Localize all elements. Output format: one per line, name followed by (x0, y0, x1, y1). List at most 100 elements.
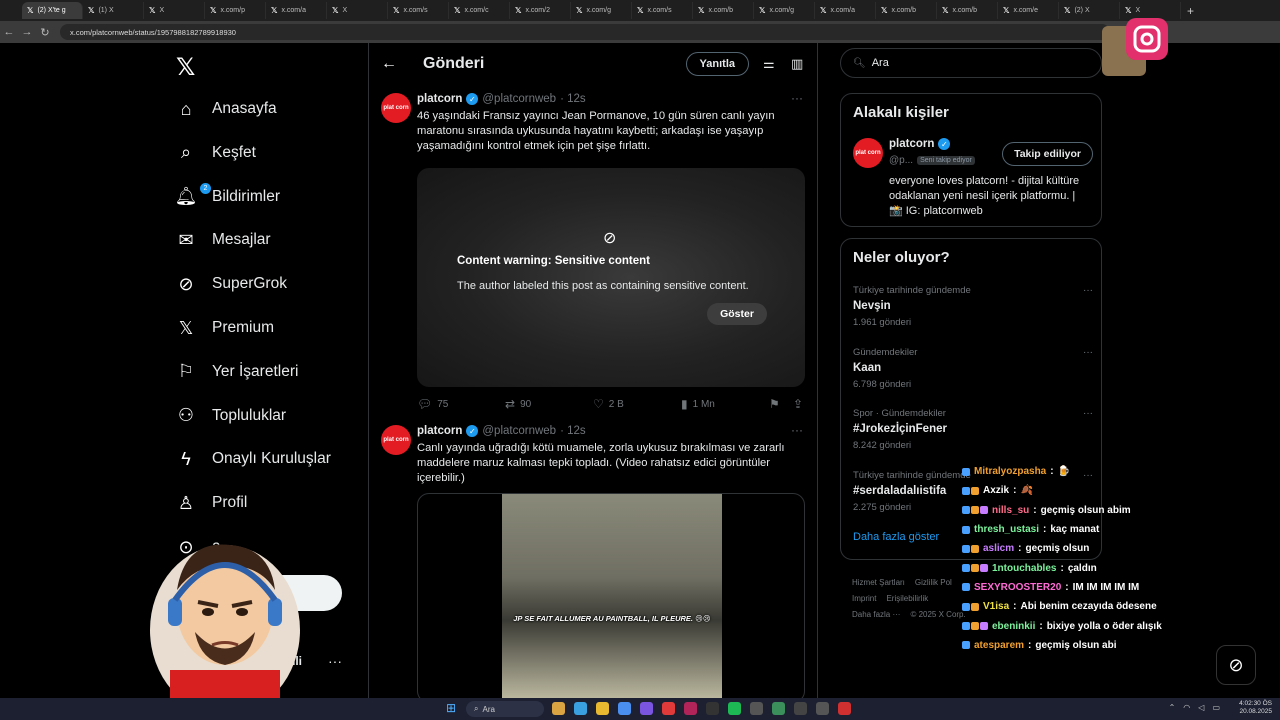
app-icon[interactable] (816, 702, 829, 715)
nav-item-mail[interactable]: ✉ Mesajlar (176, 225, 270, 255)
footer-link[interactable]: Hizmet Şartları (852, 578, 905, 587)
browser-tab[interactable]: 𝕏x.com/e (998, 2, 1059, 19)
nav-item-grok[interactable]: ⊘ SuperGrok (176, 269, 287, 299)
windows-start-icon[interactable]: ⊞ (446, 702, 458, 714)
taskbar-clock[interactable]: 4:02:30 ÖS 20.08.2025 (1239, 700, 1272, 716)
nav-item-bell[interactable]: 🔔︎ 2 Bildirimler (175, 182, 280, 212)
browser-tab[interactable]: 𝕏x.com/a (266, 2, 327, 19)
app-icon[interactable] (794, 702, 807, 715)
author-name[interactable]: platcorn (417, 93, 462, 105)
browser-tab[interactable]: 𝕏x.com/b (693, 2, 754, 19)
footer-link[interactable]: Imprint (852, 594, 876, 603)
browser-tab[interactable]: 𝕏X (144, 2, 205, 19)
search-input[interactable]: 🔍︎ Ara (840, 48, 1102, 78)
footer-link[interactable]: © 2025 X Corp. (910, 610, 965, 619)
nav-item-communities[interactable]: ⚇ Topluluklar (176, 401, 286, 431)
x-logo-icon[interactable]: 𝕏 (176, 53, 195, 82)
bookmark-action[interactable]: ⚑ (769, 397, 793, 411)
following-button[interactable]: Takip ediliyor (1002, 142, 1093, 166)
tweet[interactable]: plat corn platcorn ✓ @platcornweb · 12s … (369, 423, 817, 698)
tweet-time[interactable]: · 12s (560, 93, 586, 105)
browser-tab[interactable]: 𝕏x.com/c (449, 2, 510, 19)
taskbar-search[interactable]: ⌕ Ara (466, 701, 544, 717)
person-name[interactable]: platcorn (889, 138, 934, 150)
discord-icon[interactable] (640, 702, 653, 715)
browser-tab[interactable]: 𝕏x.com/s (388, 2, 449, 19)
trend-more-icon[interactable]: ··· (1083, 285, 1093, 296)
app-icon[interactable] (706, 702, 719, 715)
like-action[interactable]: ♡ 2 B (593, 397, 681, 411)
browser-forward-icon[interactable]: → (18, 26, 36, 38)
app-icon[interactable] (772, 702, 785, 715)
person-handle[interactable]: @p... (889, 155, 913, 166)
tweet-more-icon[interactable]: ··· (791, 423, 803, 437)
views-action[interactable]: ▮ 1 Mn (681, 397, 769, 411)
avatar[interactable]: plat corn (381, 425, 411, 455)
filter-icon[interactable]: ⚌ (763, 56, 777, 72)
author-handle[interactable]: @platcornweb (482, 425, 556, 437)
browser-tab[interactable]: 𝕏x.com/2 (510, 2, 571, 19)
app-icon[interactable] (684, 702, 697, 715)
wifi-icon[interactable]: ◠ (1183, 703, 1190, 712)
trend-item[interactable]: Türkiye tarihinde gündemde Nevşin 1.961 gö… (853, 285, 1093, 328)
reply-action[interactable]: 💬︎ 75 (417, 397, 505, 411)
footer-link[interactable]: Erişilebilirlik (886, 594, 928, 603)
nav-item-home[interactable]: ⌂ Anasayfa (176, 94, 277, 124)
chrome-icon[interactable] (596, 702, 609, 715)
trend-item[interactable]: Spor · Gündemdekiler #JrokezİçinFener 8.24… (853, 408, 1093, 451)
footer-link[interactable]: Daha fazla ··· (852, 610, 900, 619)
show-button[interactable]: Göster (707, 303, 767, 325)
browser-tab[interactable]: 𝕏 (1) X (83, 2, 144, 19)
nav-item-bolt[interactable]: ϟ Onaylı Kuruluşlar (176, 444, 331, 474)
avatar[interactable]: plat corn (853, 138, 883, 168)
reader-view-icon[interactable]: ▥ (791, 56, 805, 72)
author-handle[interactable]: @platcornweb (482, 93, 556, 105)
browser-tab[interactable]: 𝕏x.com/g (571, 2, 632, 19)
repost-action[interactable]: ⇄ 90 (505, 397, 593, 411)
avatar[interactable]: plat corn (381, 93, 411, 123)
browser-tab[interactable]: 𝕏x.com/s (632, 2, 693, 19)
browser-tab[interactable]: 𝕏X (327, 2, 388, 19)
grok-floating-button[interactable]: ⊘ (1216, 645, 1256, 685)
app-icon[interactable] (750, 702, 763, 715)
tweet-time[interactable]: · 12s (560, 425, 586, 437)
app-icon[interactable] (838, 702, 851, 715)
more-icon[interactable]: ··· (328, 653, 342, 669)
nav-item-person[interactable]: ♙ Profil (176, 488, 247, 518)
browser-reload-icon[interactable]: ↻ (36, 26, 54, 39)
tweet-more-icon[interactable]: ··· (791, 91, 803, 105)
url-field[interactable]: x.com/platcornweb/status/195798818278991… (60, 24, 1110, 40)
new-tab-icon[interactable]: + (1187, 4, 1194, 18)
browser-tab[interactable]: 𝕏x.com/p (205, 2, 266, 19)
chevron-up-icon[interactable]: ⌃ (1169, 703, 1176, 712)
browser-tab[interactable]: 𝕏x.com/b (937, 2, 998, 19)
browser-tab[interactable]: 𝕏x.com/b (876, 2, 937, 19)
reply-button[interactable]: Yanıtla (685, 52, 749, 76)
back-arrow-icon[interactable]: ← (381, 55, 401, 73)
browser-tab[interactable]: 𝕏X (1120, 2, 1181, 19)
tweet-video[interactable]: JP SE FAIT ALLUMER AU PAINTBALL, IL PLEU… (417, 493, 805, 698)
trend-item[interactable]: Gündemdekiler Kaan 6.798 gönderi ··· (853, 347, 1093, 390)
battery-icon[interactable]: ▭ (1212, 703, 1220, 712)
nav-item-bookmark[interactable]: ⚐ Yer İşaretleri (176, 357, 299, 387)
store-icon[interactable] (574, 702, 587, 715)
edge-icon[interactable] (618, 702, 631, 715)
browser-tab[interactable]: 𝕏x.com/a (815, 2, 876, 19)
volume-icon[interactable]: ◁ (1198, 703, 1204, 712)
browser-tab[interactable]: 𝕏 (2) X (1059, 2, 1120, 19)
show-more-link[interactable]: Daha fazla göster (853, 531, 939, 543)
nav-item-search[interactable]: ⌕ Keşfet (176, 138, 256, 168)
app-icon[interactable] (662, 702, 675, 715)
file-explorer-icon[interactable] (552, 702, 565, 715)
browser-back-icon[interactable]: ← (0, 26, 18, 38)
nav-item-x-logo[interactable]: 𝕏 Premium (176, 313, 274, 343)
browser-tab[interactable]: 𝕏x.com/g (754, 2, 815, 19)
tweet[interactable]: plat corn platcorn ✓ @platcornweb · 12s … (369, 91, 817, 423)
spotify-icon[interactable] (728, 702, 741, 715)
footer-link[interactable]: Gizlilik Pol (915, 578, 952, 587)
trend-more-icon[interactable]: ··· (1083, 408, 1093, 419)
browser-tab[interactable]: 𝕏 (2) X'te g (22, 2, 83, 19)
share-action[interactable]: ⇪ (793, 397, 803, 411)
author-name[interactable]: platcorn (417, 425, 462, 437)
video-frame[interactable]: JP SE FAIT ALLUMER AU PAINTBALL, IL PLEU… (502, 494, 722, 698)
